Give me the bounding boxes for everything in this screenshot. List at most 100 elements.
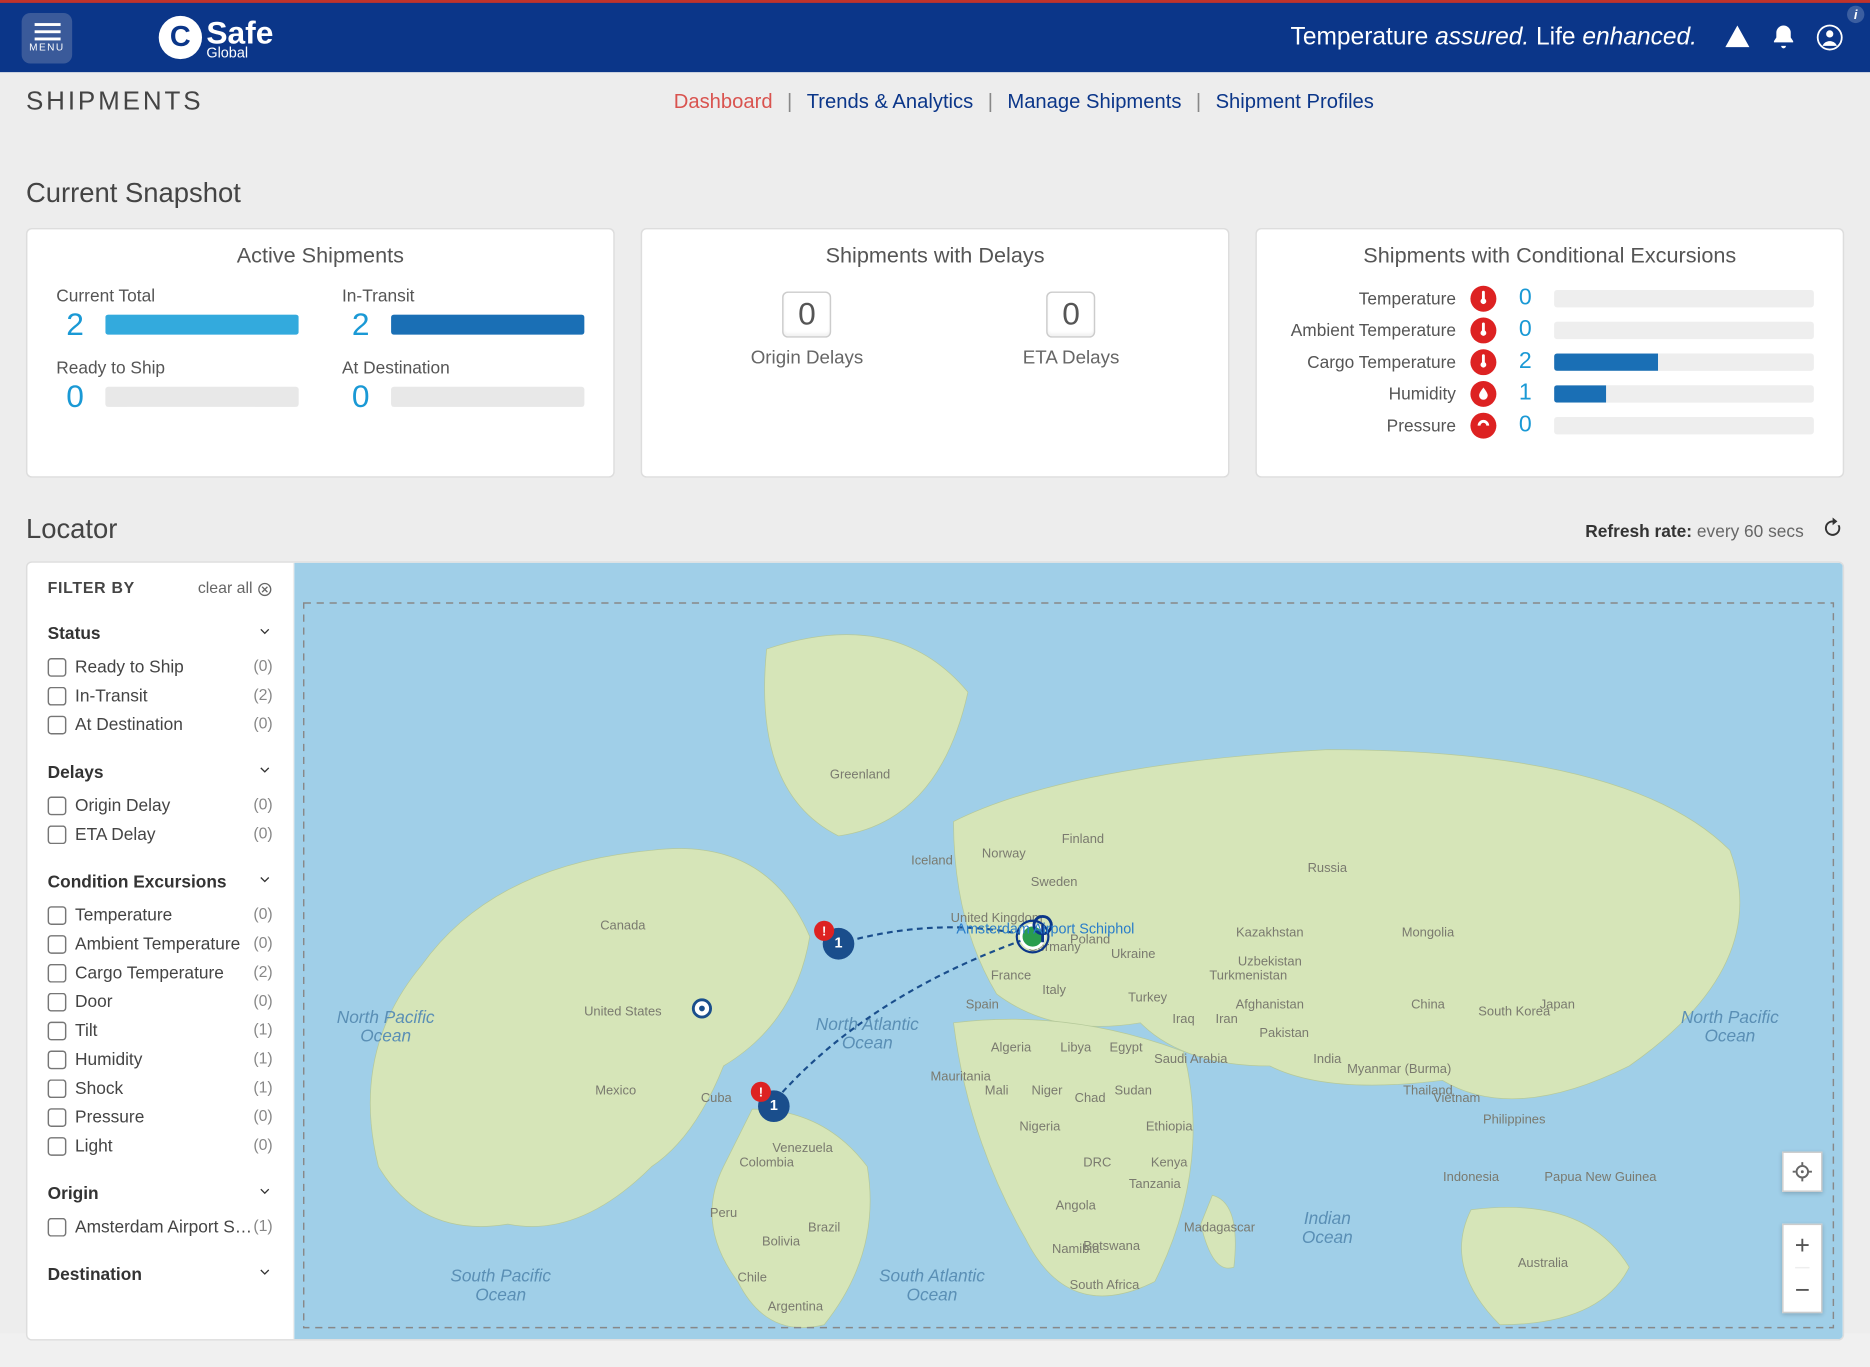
svg-text:South Africa: South Africa: [1070, 1277, 1140, 1292]
filter-group-destination[interactable]: Destination: [48, 1255, 273, 1293]
filter-item[interactable]: Humidity (1): [48, 1045, 273, 1074]
filter-item[interactable]: Tilt (1): [48, 1016, 273, 1045]
refresh-button[interactable]: [1821, 516, 1844, 546]
svg-text:Papua New Guinea: Papua New Guinea: [1544, 1169, 1657, 1184]
tab-manage-shipments[interactable]: Manage Shipments: [1007, 89, 1181, 112]
tab-shipment-profiles[interactable]: Shipment Profiles: [1216, 89, 1374, 112]
svg-text:Kenya: Kenya: [1151, 1155, 1188, 1170]
svg-text:Colombia: Colombia: [739, 1155, 794, 1170]
chevron-down-icon: [257, 1264, 273, 1284]
svg-text:1: 1: [835, 936, 843, 952]
filter-checkbox[interactable]: [48, 992, 67, 1011]
svg-text:Venezuela: Venezuela: [772, 1140, 833, 1155]
filter-checkbox[interactable]: [48, 1021, 67, 1040]
svg-text:Greenland: Greenland: [830, 766, 890, 781]
filter-item[interactable]: Ready to Ship (0): [48, 652, 273, 681]
filter-checkbox[interactable]: [48, 1136, 67, 1155]
map-locate-button[interactable]: [1782, 1152, 1822, 1192]
svg-text:South Korea: South Korea: [1478, 1004, 1551, 1019]
thermo-icon: [1470, 286, 1496, 312]
svg-text:Australia: Australia: [1518, 1255, 1569, 1270]
filter-checkbox[interactable]: [48, 1079, 67, 1098]
metric-value: 0: [342, 378, 380, 416]
filter-group-condition-excursions[interactable]: Condition Excursions: [48, 863, 273, 901]
filter-item[interactable]: Door (0): [48, 987, 273, 1016]
filter-group-status[interactable]: Status: [48, 615, 273, 653]
svg-text:Niger: Niger: [1032, 1083, 1064, 1098]
filter-checkbox[interactable]: [48, 686, 67, 705]
filter-checkbox[interactable]: [48, 1050, 67, 1069]
alert-icon[interactable]: [1723, 23, 1752, 52]
svg-text:United States: United States: [584, 1004, 662, 1019]
svg-text:North AtlanticOcean: North AtlanticOcean: [816, 1014, 919, 1053]
svg-text:Turkey: Turkey: [1128, 989, 1168, 1004]
tagline: Temperature assured. Life enhanced.: [1291, 23, 1697, 52]
svg-text:Chile: Chile: [738, 1270, 767, 1285]
svg-text:IndianOcean: IndianOcean: [1302, 1208, 1353, 1247]
clear-all-button[interactable]: clear all: [198, 580, 273, 597]
svg-text:Chad: Chad: [1075, 1090, 1106, 1105]
filter-item[interactable]: In-Transit (2): [48, 681, 273, 710]
filter-checkbox[interactable]: [48, 1108, 67, 1127]
svg-text:!: !: [822, 923, 826, 938]
filter-checkbox[interactable]: [48, 905, 67, 924]
svg-text:Bolivia: Bolivia: [762, 1234, 801, 1249]
svg-text:Iran: Iran: [1216, 1011, 1238, 1026]
svg-text:Saudi Arabia: Saudi Arabia: [1154, 1051, 1228, 1066]
chevron-down-icon: [257, 872, 273, 892]
metric-value: 2: [342, 306, 380, 344]
zoom-out-button[interactable]: −: [1795, 1268, 1810, 1311]
svg-text:Philippines: Philippines: [1483, 1111, 1546, 1126]
svg-text:Mexico: Mexico: [595, 1083, 636, 1098]
filter-checkbox[interactable]: [48, 715, 67, 734]
svg-text:Sweden: Sweden: [1031, 874, 1078, 889]
svg-text:Ukraine: Ukraine: [1111, 946, 1156, 961]
filter-checkbox[interactable]: [48, 825, 67, 844]
map[interactable]: North PacificOceanSouth PacificOceanNort…: [294, 563, 1842, 1339]
svg-text:Afghanistan: Afghanistan: [1236, 996, 1304, 1011]
svg-text:DRC: DRC: [1083, 1155, 1111, 1170]
filter-checkbox[interactable]: [48, 796, 67, 815]
filter-item[interactable]: Pressure (0): [48, 1102, 273, 1131]
filter-item[interactable]: Light (0): [48, 1131, 273, 1160]
svg-text:Uzbekistan: Uzbekistan: [1238, 953, 1302, 968]
filter-group-origin[interactable]: Origin: [48, 1175, 273, 1213]
filter-checkbox[interactable]: [48, 963, 67, 982]
logo: C Safe Global: [159, 14, 274, 62]
filter-group-delays[interactable]: Delays: [48, 753, 273, 791]
svg-text:Mauritania: Mauritania: [931, 1068, 992, 1083]
filter-checkbox[interactable]: [48, 657, 67, 676]
filter-item[interactable]: Ambient Temperature (0): [48, 929, 273, 958]
tab-trends-analytics[interactable]: Trends & Analytics: [807, 89, 974, 112]
filter-title: FILTER BY: [48, 580, 135, 597]
svg-text:1: 1: [770, 1098, 778, 1114]
filter-checkbox[interactable]: [48, 934, 67, 953]
excursion-value: 2: [1511, 349, 1540, 375]
bell-icon[interactable]: [1769, 23, 1798, 52]
svg-text:Algeria: Algeria: [991, 1040, 1032, 1055]
map-marker[interactable]: 1 !: [814, 921, 854, 960]
filter-item[interactable]: Temperature (0): [48, 900, 273, 929]
active-shipments-card: Active Shipments Current Total 2 In-Tran…: [26, 228, 615, 478]
info-icon[interactable]: i: [1847, 6, 1864, 23]
metric-value: 2: [56, 306, 94, 344]
subnav: SHIPMENTS Dashboard|Trends & Analytics|M…: [0, 72, 1870, 130]
tab-dashboard[interactable]: Dashboard: [674, 89, 773, 112]
filter-checkbox[interactable]: [48, 1217, 67, 1236]
filter-item[interactable]: Shock (1): [48, 1074, 273, 1103]
chevron-down-icon: [257, 762, 273, 782]
user-icon[interactable]: [1815, 23, 1844, 52]
svg-text:South PacificOcean: South PacificOcean: [450, 1266, 551, 1305]
menu-button[interactable]: MENU: [22, 12, 73, 63]
chevron-down-icon: [257, 623, 273, 643]
zoom-in-button[interactable]: +: [1795, 1225, 1810, 1268]
filter-item[interactable]: ETA Delay (0): [48, 820, 273, 849]
excursion-value: 0: [1511, 413, 1540, 439]
filter-item[interactable]: At Destination (0): [48, 710, 273, 739]
filter-item[interactable]: Cargo Temperature (2): [48, 958, 273, 987]
svg-text:Nigeria: Nigeria: [1019, 1119, 1061, 1134]
svg-text:Kazakhstan: Kazakhstan: [1236, 925, 1304, 940]
filter-item[interactable]: Origin Delay (0): [48, 791, 273, 820]
filter-item[interactable]: Amsterdam Airport Schi... (1): [48, 1212, 273, 1241]
svg-text:Russia: Russia: [1308, 860, 1348, 875]
